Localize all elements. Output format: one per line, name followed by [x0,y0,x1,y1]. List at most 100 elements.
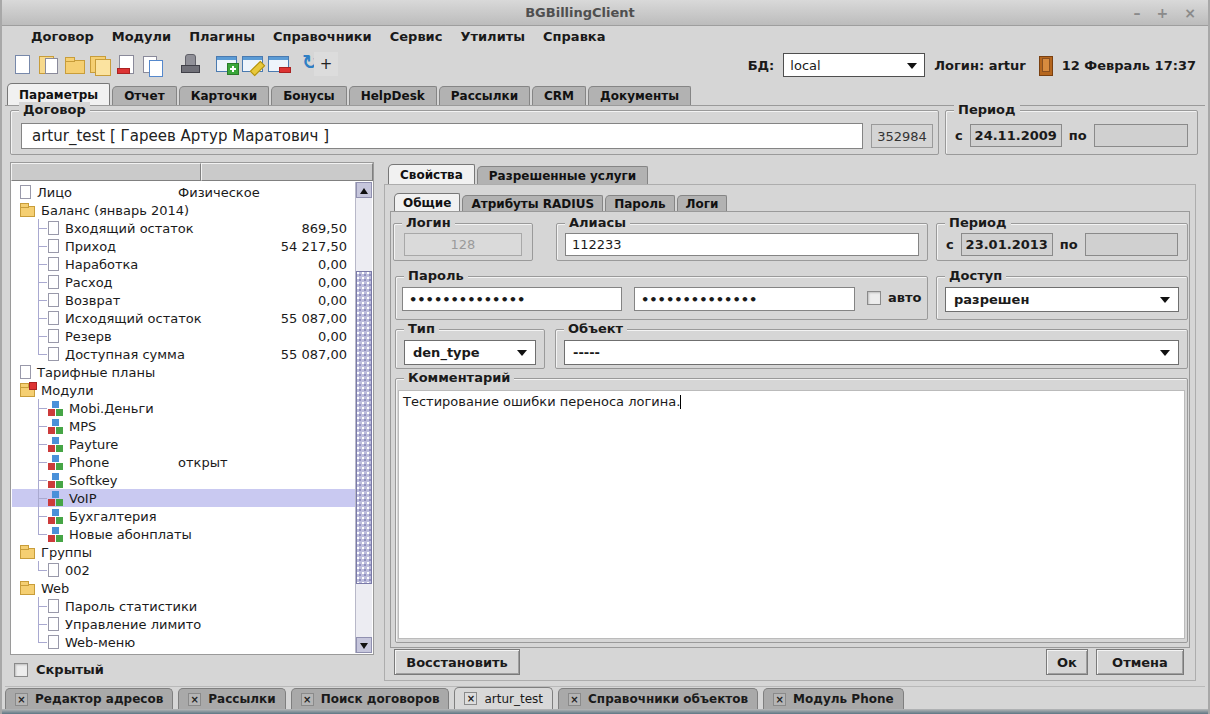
tree-item[interactable]: MPS [12,417,355,435]
stamp-icon[interactable] [177,52,201,76]
main-tab[interactable]: Карточки [179,86,270,105]
tree-item[interactable]: Резерв 0,00 [12,327,355,345]
close-tab-icon[interactable]: × [464,692,477,705]
period-to-field[interactable] [1094,124,1188,147]
add-tab-button[interactable]: + [314,52,338,76]
password-field-2[interactable]: •••••••••••••• [634,287,855,311]
copy-document-icon[interactable] [140,52,164,76]
close-tab-icon[interactable]: × [301,693,314,706]
tree-item[interactable]: 002 [12,561,355,579]
object-select[interactable]: ----- [564,340,1179,365]
close-tab-icon[interactable]: × [568,693,581,706]
scroll-up-button[interactable] [356,182,372,198]
scrollbar-thumb[interactable] [356,271,372,584]
tree-item[interactable]: Бухгалтерия [12,507,355,525]
window-add-icon[interactable] [214,52,238,76]
comment-textarea[interactable]: Тестирование ошибки переноса логина. [398,390,1185,639]
tree-item[interactable]: Тарифные планы [12,363,355,381]
window-tab[interactable]: × artur_test [454,687,553,709]
main-tab[interactable]: CRM [532,86,586,105]
tree-item-icon [48,437,63,452]
tree-item[interactable]: Mobi.Деньги [12,399,355,417]
cancel-button[interactable]: Отмена [1096,649,1184,675]
menu-item[interactable]: Утилиты [451,29,534,44]
menu-item[interactable]: Плагины [180,29,264,44]
minimize-button[interactable]: – [1134,5,1141,21]
menu-item[interactable]: Сервис [381,29,452,44]
tree-item[interactable]: Лицо Физическое [12,183,355,201]
scroll-down-button[interactable] [356,637,372,653]
close-tab-icon[interactable]: × [773,693,786,706]
window-tab[interactable]: × Поиск договоров [291,688,450,709]
login-period-from-field[interactable]: 23.01.2013 [961,233,1053,256]
main-tab[interactable]: HelpDesk [349,86,437,105]
contract-groups-icon[interactable] [88,52,112,76]
window-tab[interactable]: × Рассылки [178,688,285,709]
main-tab[interactable]: Рассылки [439,86,530,105]
window-edit-icon[interactable] [240,52,264,76]
tree-item-icon [20,206,35,217]
window-remove-icon[interactable] [266,52,290,76]
window-tab[interactable]: × Редактор адресов [5,688,173,709]
tree-item[interactable]: Расход 0,00 [12,273,355,291]
close-button[interactable]: × [1184,5,1196,21]
hidden-checkbox-label: Скрытый [36,662,104,677]
window-tab[interactable]: × Модуль Phone [763,688,904,709]
properties-tab[interactable]: Разрешенные услуги [477,166,648,184]
tree-item[interactable]: Новые абонплаты [12,525,355,543]
tree-item[interactable]: Модули [12,381,355,399]
login-tab[interactable]: Пароль [605,195,674,212]
access-select[interactable]: разрешен [945,287,1179,312]
login-period-to-field[interactable] [1085,233,1178,256]
period-from-field[interactable]: 24.11.2009 [970,124,1062,147]
tree-item[interactable]: Входящий остаток 869,50 [12,219,355,237]
menu-item[interactable]: Справочники [264,29,381,44]
tree-scrollbar[interactable] [355,182,372,653]
close-tab-icon[interactable]: × [188,693,201,706]
delete-contract-icon[interactable] [114,52,138,76]
tree-item[interactable]: Исходящий остаток 55 087,00 [12,309,355,327]
tree-item[interactable]: Phone открыт [12,453,355,471]
tree-item[interactable]: Web-меню [12,633,355,651]
main-tab[interactable]: Отчет [112,86,177,105]
new-document-icon[interactable] [10,52,34,76]
tree-item[interactable]: Web [12,579,355,597]
menu-item[interactable]: Справка [534,29,614,44]
restore-button[interactable]: Восстановить [394,649,520,675]
main-tab[interactable]: Документы [588,86,691,105]
tree-item[interactable]: Доступная сумма 55 087,00 [12,345,355,363]
contract-field[interactable]: artur_test [ Гареев Артур Маратович ] [21,123,863,149]
open-folder-icon[interactable] [62,52,86,76]
tree-item[interactable]: Приход 54 217,50 [12,237,355,255]
tree-item[interactable]: Softkey [12,471,355,489]
tree-item[interactable]: Баланс (январь 2014) [12,201,355,219]
hidden-checkbox[interactable] [14,663,28,677]
tree-item[interactable]: Управление лимито [12,615,355,633]
tree-item-icon [48,491,63,506]
access-group: Доступ разрешен [936,276,1188,320]
copy-contract-icon[interactable] [36,52,60,76]
tree-item[interactable]: Возврат 0,00 [12,291,355,309]
auto-password-checkbox[interactable] [867,291,881,305]
menu-item[interactable]: Договор [22,29,103,44]
db-select[interactable]: local [783,53,925,77]
password-field-1[interactable]: •••••••••••••• [402,287,622,311]
login-tab[interactable]: Общие [394,193,460,212]
logout-door-icon[interactable] [1035,54,1053,76]
maximize-button[interactable]: + [1157,5,1169,21]
tree-item[interactable]: VoIP [12,489,355,507]
tree-item[interactable]: Payture [12,435,355,453]
properties-tab[interactable]: Свойства [388,164,475,184]
login-tab[interactable]: Атрибуты RADIUS [462,195,603,212]
tree-item[interactable]: Пароль статистики [12,597,355,615]
tree-item[interactable]: Группы [12,543,355,561]
login-tab[interactable]: Логи [677,195,728,212]
type-select[interactable]: den_type [404,340,536,365]
window-tab[interactable]: × Справочники объектов [558,688,758,709]
close-tab-icon[interactable]: × [15,693,28,706]
menu-item[interactable]: Модули [103,29,180,44]
tree-item[interactable]: Наработка 0,00 [12,255,355,273]
aliases-field[interactable]: 112233 [565,233,919,256]
ok-button[interactable]: Ок [1046,649,1088,675]
main-tab[interactable]: Бонусы [271,86,346,105]
